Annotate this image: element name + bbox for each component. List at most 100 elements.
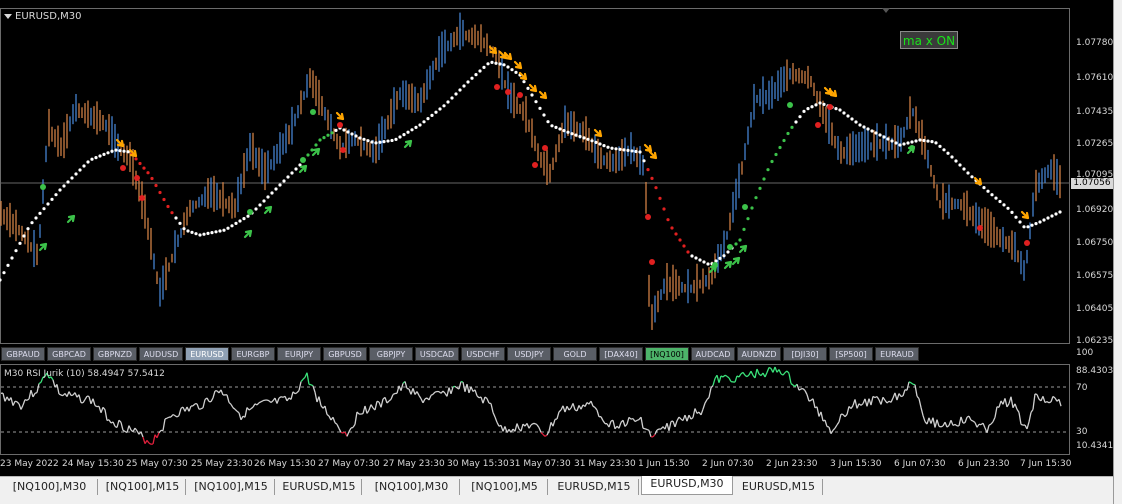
ma-dot (62, 184, 66, 188)
rsi-line-segment (152, 434, 156, 445)
rsi-line-segment (820, 411, 824, 422)
time-axis-label: 25 May 23:30 (191, 459, 253, 469)
ma-dot (374, 141, 378, 145)
chart-tab[interactable]: EURUSD,M15 (277, 479, 362, 495)
symbol-button-usdjpy[interactable]: USDJPY (507, 347, 551, 361)
signal-dot (120, 165, 126, 171)
symbol-button-eurusd[interactable]: EURUSD (185, 347, 229, 361)
rsi-line-segment (970, 419, 974, 422)
symbol-button-euraud[interactable]: EURAUD (875, 347, 919, 361)
ma-dot (342, 128, 346, 132)
rsi-line-segment (82, 399, 86, 404)
ma-dot (554, 125, 558, 129)
rsi-line-segment (906, 381, 910, 391)
rsi-line-segment (10, 397, 14, 406)
symbol-button-dji30[interactable]: [DJI30] (783, 347, 827, 361)
rsi-line-segment (882, 396, 886, 401)
ma-dot (382, 140, 386, 144)
rsi-line-segment (228, 401, 232, 405)
rsi-line-segment (754, 368, 758, 379)
symbol-buttons-bar: GBPAUD GBPCAD GBPNZD AUDUSD EURUSD EURGBP EURJ… (0, 346, 1070, 362)
buy-arrow-icon (263, 205, 273, 215)
symbol-button-gbpnzd[interactable]: GBPNZD (93, 347, 137, 361)
symbol-button-gbpaud[interactable]: GBPAUD (1, 347, 45, 361)
rsi-line-segment (156, 432, 160, 439)
rsi-line-segment (826, 425, 830, 428)
ma-dot (750, 206, 754, 210)
rsi-line-segment (94, 404, 98, 408)
ma-dot (686, 250, 690, 254)
rsi-line-segment (134, 427, 138, 432)
chart-tab[interactable]: [NQ100],M5 (462, 479, 548, 495)
ma-dot (422, 120, 426, 124)
ma-dot (38, 211, 42, 215)
ma-cross-badge[interactable]: ma x ON (900, 31, 958, 49)
rsi-line-segment (982, 422, 986, 429)
ma-dot (1018, 220, 1022, 224)
signal-dot (787, 102, 793, 108)
rsi-line-segment (950, 420, 954, 426)
symbol-button-gbpusd[interactable]: GBPUSD (323, 347, 367, 361)
ma-dot (610, 146, 614, 150)
main-price-chart[interactable]: EURUSD,M30 ma x ON 1.07780 1.07610 1.07435… (0, 0, 1122, 346)
sell-arrow-icon (538, 90, 548, 100)
chart-tab[interactable]: [NQ100],M15 (100, 479, 186, 495)
chart-tab[interactable]: EURUSD,M15 (735, 479, 823, 495)
ma-dot (782, 138, 786, 143)
rsi-line-segment (828, 426, 832, 434)
ma-dot (642, 159, 646, 163)
rsi-line-segment (1048, 401, 1052, 404)
rsi-line-segment (486, 398, 490, 404)
ma-dot (662, 207, 666, 211)
chart-shift-marker-icon[interactable] (882, 8, 890, 13)
ma-dot (646, 168, 650, 172)
rsi-line-segment (52, 379, 56, 388)
symbol-button-audnzd[interactable]: AUDNZD (737, 347, 781, 361)
rsi-scale-label: 30 (1076, 427, 1088, 437)
symbol-button-eurjpy[interactable]: EURJPY (277, 347, 321, 361)
symbol-button-gold[interactable]: GOLD (553, 347, 597, 361)
chart-symbol-label: EURUSD,M30 (15, 11, 82, 22)
rsi-line-segment (172, 413, 176, 417)
ma-dot (6, 263, 10, 267)
symbol-button-audusd[interactable]: AUDUSD (139, 347, 183, 361)
rsi-line-segment (542, 433, 546, 437)
ma-dot (290, 171, 294, 175)
rsi-line-segment (92, 398, 96, 406)
dropdown-triangle-icon[interactable] (4, 13, 12, 19)
chart-tab[interactable]: [NQ100],M30 (2, 479, 98, 495)
ma-dot (898, 143, 902, 147)
chart-window-title[interactable]: EURUSD,M30 (4, 11, 81, 22)
ma-dot (946, 151, 950, 155)
ma-dot (742, 227, 746, 231)
ma-dot (594, 140, 598, 144)
symbol-button-gbpcad[interactable]: GBPCAD (47, 347, 91, 361)
symbol-button-gbpjpy[interactable]: GBPJPY (369, 347, 413, 361)
ma-dot (970, 175, 974, 179)
chart-tab[interactable]: EURUSD,M30 (641, 476, 733, 495)
symbol-button-nq100[interactable]: [NQ100] (645, 347, 689, 361)
ma-dot (398, 135, 402, 139)
ma-dot (958, 163, 962, 167)
symbol-button-sp500[interactable]: [SP500] (829, 347, 873, 361)
chart-tab[interactable]: EURUSD,M15 (550, 479, 639, 495)
chart-tab[interactable]: [NQ100],M15 (188, 479, 275, 495)
ma-dot (158, 190, 162, 195)
symbol-button-eurgbp[interactable]: EURGBP (231, 347, 275, 361)
rsi-line-segment (534, 422, 538, 426)
ma-dot (802, 109, 806, 113)
ma-dot (1010, 210, 1014, 214)
ma-dot (906, 141, 910, 145)
rsi-line-segment (1058, 399, 1062, 407)
ma-dot (722, 254, 726, 258)
symbol-button-dax40[interactable]: [DAX40] (599, 347, 643, 361)
symbol-button-audcad[interactable]: AUDCAD (691, 347, 735, 361)
price-series-svg (0, 12, 1070, 330)
symbol-button-usdchf[interactable]: USDCHF (461, 347, 505, 361)
symbol-button-usdcad[interactable]: USDCAD (415, 347, 459, 361)
rsi-line-segment (1050, 396, 1054, 403)
rsi-line-segment (1046, 400, 1050, 404)
ma-dot (166, 204, 170, 209)
rsi-line-segment (1030, 409, 1034, 413)
chart-tab[interactable]: [NQ100],M30 (364, 479, 460, 495)
